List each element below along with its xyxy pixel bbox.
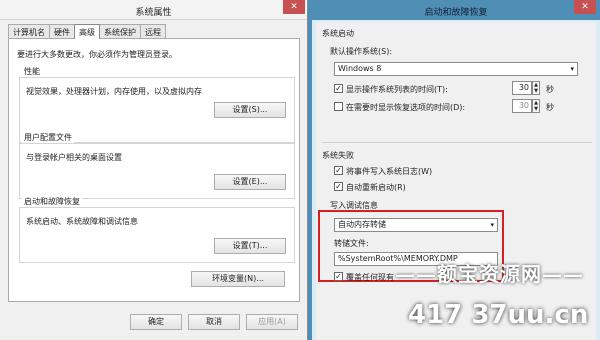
failure-header: 系统失败 [322, 151, 354, 160]
auto-restart-checkbox[interactable]: ✓ [334, 182, 343, 191]
title-bar: 启动和故障恢复 ✕ [312, 0, 600, 20]
group-title: 性能 [22, 66, 42, 77]
spinner-icon[interactable]: ▲ ▼ [532, 99, 540, 113]
debug-type-select[interactable]: 自动内存转储 ▾ [334, 218, 498, 232]
dump-file-label: 转储文件: [334, 239, 369, 248]
group-description: 与登录帐户相关的桌面设置 [26, 153, 122, 162]
show-os-list-label: 显示操作系统列表的时间(T): [346, 85, 448, 94]
write-log-checkbox[interactable]: ✓ [334, 166, 343, 175]
startup-recovery-window: 启动和故障恢复 ✕ 系统启动 默认操作系统(S): Windows 8 ▾ ✓ … [312, 0, 600, 340]
group-description: 视觉效果，处理器计划，内存使用，以及虚拟内存 [26, 87, 202, 96]
ok-button[interactable]: 确定 [130, 314, 182, 330]
seconds-unit: 秒 [546, 85, 554, 94]
overwrite-label: 覆盖任何现有 [346, 273, 394, 282]
spin-down-icon[interactable]: ▼ [534, 88, 538, 94]
close-icon[interactable]: ✕ [283, 0, 305, 14]
apply-button[interactable]: 应用(A) [246, 314, 298, 330]
window-title: 启动和故障恢复 [424, 8, 488, 18]
chevron-down-icon: ▾ [570, 65, 574, 73]
performance-settings-button[interactable]: 设置(S)... [214, 102, 286, 118]
tab-remote[interactable]: 远程 [140, 24, 166, 38]
tab-system-protection[interactable]: 系统保护 [99, 24, 141, 38]
user-profiles-settings-button[interactable]: 设置(E)... [214, 174, 286, 190]
debug-type-value: 自动内存转储 [338, 220, 386, 229]
divider [322, 142, 592, 143]
close-icon[interactable]: ✕ [574, 0, 596, 14]
default-os-select[interactable]: Windows 8 ▾ [334, 62, 578, 76]
tab-strip: 计算机名 硬件 高级 系统保护 远程 [8, 24, 166, 39]
title-bar: 系统属性 ✕ [0, 0, 307, 20]
startup-recovery-settings-button[interactable]: 设置(T)... [214, 238, 286, 254]
chevron-down-icon: ▾ [490, 221, 494, 229]
default-os-value: Windows 8 [338, 64, 382, 73]
spin-down-icon[interactable]: ▼ [534, 106, 538, 112]
tab-advanced[interactable]: 高级 [74, 24, 100, 39]
startup-header: 系统启动 [322, 29, 354, 38]
tab-hardware[interactable]: 硬件 [49, 24, 75, 38]
environment-variables-button[interactable]: 环境变量(N)... [191, 271, 285, 287]
window-title: 系统属性 [135, 8, 172, 18]
cancel-button[interactable]: 取消 [188, 314, 240, 330]
watermark-text: ——额宝资源网—— [395, 262, 584, 286]
user-profiles-group: 用户配置文件 与登录帐户相关的桌面设置 设置(E)... [19, 132, 295, 199]
group-description: 系统启动、系统故障和调试信息 [26, 217, 138, 226]
show-os-list-checkbox[interactable]: ✓ [334, 84, 343, 93]
group-title: 启动和故障恢复 [22, 196, 82, 207]
admin-hint: 要进行大多数更改，你必须作为管理员登录。 [17, 50, 177, 59]
show-recovery-checkbox[interactable] [334, 102, 343, 111]
show-os-list-seconds[interactable]: 30 [512, 81, 532, 95]
dialog-body: 系统启动 默认操作系统(S): Windows 8 ▾ ✓ 显示操作系统列表的时… [316, 22, 596, 340]
spinner-icon[interactable]: ▲ ▼ [532, 81, 540, 95]
overwrite-checkbox[interactable]: ✓ [334, 272, 343, 281]
show-recovery-label: 在需要时显示恢复选项的时间(D): [346, 103, 466, 112]
tab-computer-name[interactable]: 计算机名 [8, 24, 50, 38]
show-recovery-seconds[interactable]: 30 [512, 99, 532, 113]
watermark-url: 417 37uu.cn [408, 300, 589, 330]
auto-restart-label: 自动重新启动(R) [346, 183, 406, 192]
default-os-label: 默认操作系统(S): [330, 47, 393, 56]
system-properties-window: 系统属性 ✕ 计算机名 硬件 高级 系统保护 远程 要进行大多数更改，你必须作为… [0, 0, 308, 340]
advanced-panel: 要进行大多数更改，你必须作为管理员登录。 性能 视觉效果，处理器计划，内存使用，… [8, 38, 300, 302]
seconds-unit: 秒 [546, 103, 554, 112]
group-title: 用户配置文件 [22, 132, 74, 143]
write-log-label: 将事件写入系统日志(W) [346, 167, 433, 176]
startup-recovery-group: 启动和故障恢复 系统启动、系统故障和调试信息 设置(T)... [19, 196, 295, 263]
